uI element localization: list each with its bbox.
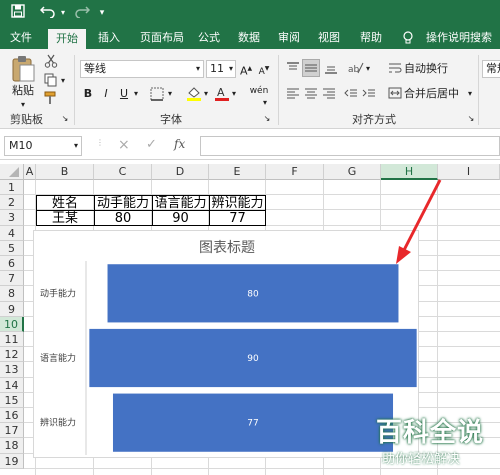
bar-chart[interactable]: 图表标题 80 动手能力 90 语言能力 77 辨识能力: [33, 230, 419, 458]
chart-data-label: 80: [247, 289, 259, 299]
watermark: 百科全说 助你轻松解决: [372, 412, 500, 475]
chart-category-label: 动手能力: [40, 287, 76, 299]
watermark-title: 百科全说: [376, 418, 485, 448]
chart-category-label: 语言能力: [40, 352, 76, 364]
chart-data-label: 90: [247, 354, 259, 364]
chart-category-label: 辨识能力: [40, 417, 76, 429]
watermark-subtitle: 助你轻松解决: [382, 452, 461, 467]
chart-data-label: 77: [247, 419, 258, 429]
chart-plot: 80 动手能力 90 语言能力 77 辨识能力: [40, 261, 417, 455]
